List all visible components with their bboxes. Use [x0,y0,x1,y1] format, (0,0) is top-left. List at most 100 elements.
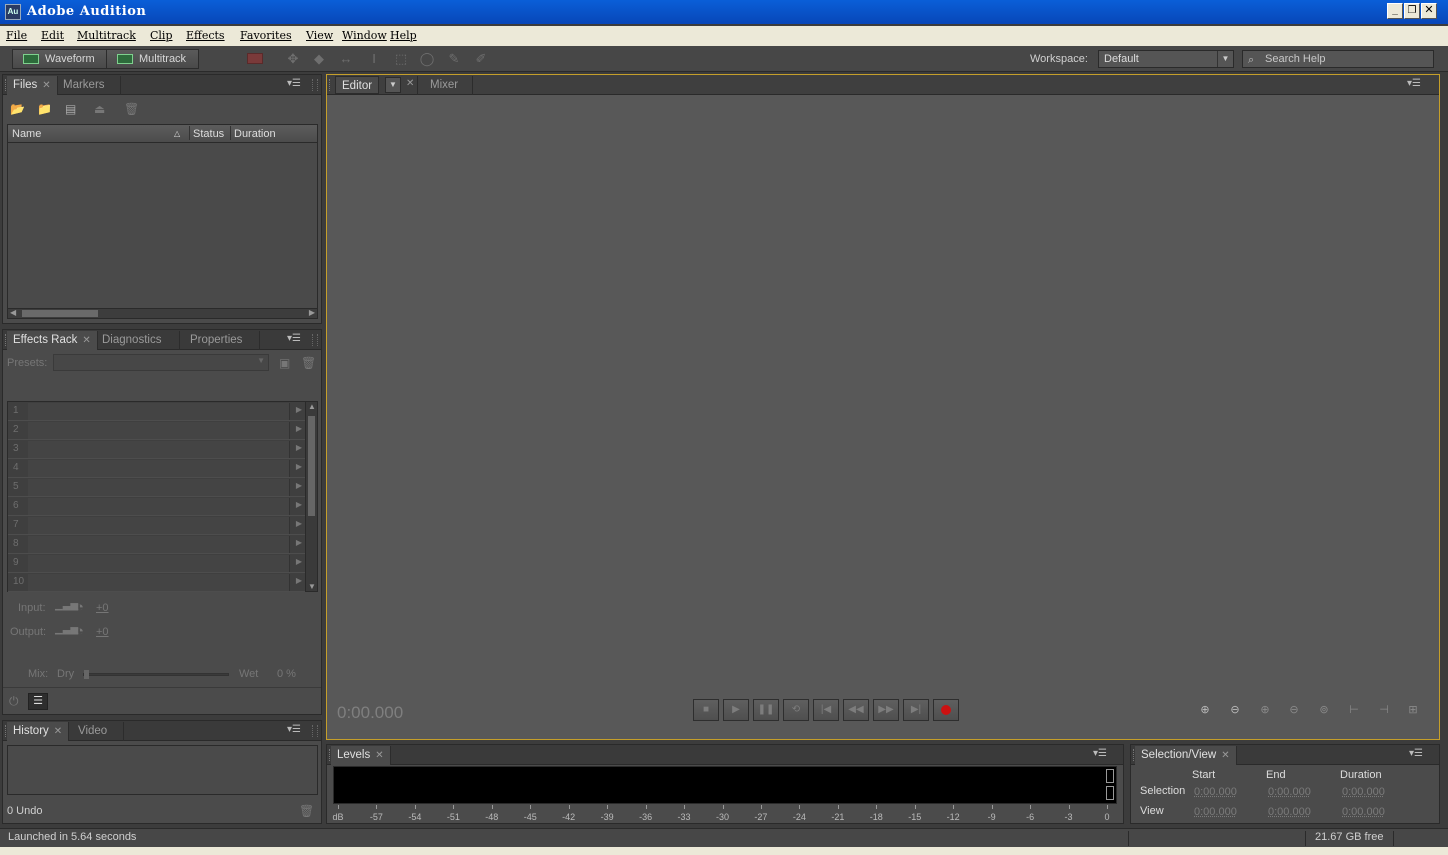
scroll-up-icon[interactable]: ▲ [308,402,316,411]
slot-arrow-icon[interactable]: ▶ [296,576,302,585]
rack-slot[interactable]: 1▶ [8,402,305,421]
menu-edit[interactable]: Edit [41,29,64,42]
zoom-in-at-end-icon[interactable]: ⊣ [1372,703,1396,719]
slot-arrow-icon[interactable]: ▶ [296,557,302,566]
zoom-out-amplitude-icon[interactable]: ⊖ [1223,703,1247,719]
tab-properties[interactable]: Properties [180,331,260,350]
slot-field[interactable] [28,441,290,458]
panel-menu-icon[interactable]: ▾☰ [287,334,303,346]
zoom-out-time-icon[interactable]: ⊖ [1282,703,1306,719]
scroll-right-icon[interactable]: ▶ [309,308,315,317]
column-status[interactable]: Status [193,128,224,140]
restore-button[interactable]: ❐ [1404,3,1420,19]
editor-panel[interactable]: Editor ▼ ✕ Mixer ▾☰ 0:00.000 ■ ▶ ❚❚ ⟲ |◀… [326,74,1440,740]
slot-arrow-icon[interactable]: ▶ [296,462,302,471]
tab-selection-view[interactable]: Selection/View✕ [1135,746,1237,765]
slot-field[interactable] [28,536,290,553]
marquee-tool-icon[interactable]: ⬚ [393,51,409,67]
lasso-tool-icon[interactable]: ◯ [419,51,435,67]
zoom-out-full-icon[interactable]: ⊚ [1312,703,1336,719]
rack-slot[interactable]: 2▶ [8,421,305,440]
tab-levels[interactable]: Levels✕ [331,746,391,765]
rack-slot[interactable]: 3▶ [8,440,305,459]
slot-arrow-icon[interactable]: ▶ [296,443,302,452]
panel-menu-icon[interactable]: ▾☰ [1093,749,1109,761]
slot-arrow-icon[interactable]: ▶ [296,519,302,528]
power-icon[interactable]: ⏻ [9,694,19,709]
waveform-button[interactable]: Waveform [12,49,107,69]
insert-into-multitrack-icon[interactable]: ⏏ [94,102,105,116]
output-knob-icon[interactable]: ◔ [76,623,84,638]
time-selection-tool-icon[interactable]: I [366,51,382,67]
rack-slot[interactable]: 9▶ [8,554,305,573]
panel-menu-icon[interactable]: ▾☰ [1409,749,1425,761]
rewind-button[interactable]: ◀◀ [843,699,869,721]
trash-icon[interactable]: 🗑 [299,804,314,818]
slot-arrow-icon[interactable]: ▶ [296,481,302,490]
presets-select[interactable]: ▼ [53,354,269,371]
mix-slider-handle[interactable] [84,670,89,679]
close-icon[interactable]: ✕ [42,80,50,91]
selection-end-field[interactable]: 0:00.000 [1268,786,1311,798]
slot-field[interactable] [28,460,290,477]
column-duration[interactable]: Duration [234,128,276,140]
clip-indicator-right[interactable] [1106,786,1114,800]
tab-video[interactable]: Video [68,722,124,741]
rack-slot[interactable]: 4▶ [8,459,305,478]
slip-tool-icon[interactable]: ↔ [338,51,354,67]
import-file-icon[interactable]: 📁 [37,102,52,116]
view-start-field[interactable]: 0:00.000 [1194,806,1237,818]
panel-grip[interactable] [329,79,332,91]
rack-slot[interactable]: 6▶ [8,497,305,516]
menu-favorites[interactable]: Favorites [240,29,292,42]
menu-clip[interactable]: Clip [150,29,173,42]
brush-tool-icon[interactable]: ✎ [446,51,462,67]
go-to-end-button[interactable]: ▶| [903,699,929,721]
slot-field[interactable] [28,574,290,591]
input-value[interactable]: +0 [96,602,109,614]
tab-history[interactable]: History✕ [7,722,69,741]
multitrack-button[interactable]: Multitrack [106,49,199,69]
spectral-display-icon[interactable] [247,53,263,64]
new-file-icon[interactable]: ▤ [65,102,76,116]
horizontal-scrollbar[interactable]: ◀ ▶ [8,308,317,318]
razor-tool-icon[interactable]: ◆ [311,51,327,67]
menu-effects[interactable]: Effects [186,29,225,42]
slot-field[interactable] [28,498,290,515]
zoom-in-time-icon[interactable]: ⊕ [1253,703,1277,719]
close-icon[interactable]: ✕ [406,78,414,89]
tab-effects-rack[interactable]: Effects Rack✕ [7,331,98,350]
slot-field[interactable] [28,479,290,496]
zoom-selection-icon[interactable]: ⊞ [1401,703,1425,719]
scroll-left-icon[interactable]: ◀ [10,308,16,317]
view-end-field[interactable]: 0:00.000 [1268,806,1311,818]
rack-slot[interactable]: 7▶ [8,516,305,535]
selection-start-field[interactable]: 0:00.000 [1194,786,1237,798]
spot-healing-tool-icon[interactable]: ✐ [473,51,489,67]
selection-duration-field[interactable]: 0:00.000 [1342,786,1385,798]
go-to-start-button[interactable]: |◀ [813,699,839,721]
close-icon[interactable]: ✕ [1221,750,1229,761]
close-icon[interactable]: ✕ [375,750,383,761]
workspace-select[interactable]: Default ▼ [1098,50,1234,68]
record-button[interactable] [933,699,959,721]
input-knob-icon[interactable]: ◔ [76,599,84,614]
close-icon[interactable]: ✕ [82,335,90,346]
zoom-in-at-start-icon[interactable]: ⊢ [1342,703,1366,719]
panel-menu-icon[interactable]: ▾☰ [287,79,303,91]
fast-forward-button[interactable]: ▶▶ [873,699,899,721]
loop-button[interactable]: ⟲ [783,699,809,721]
slot-field[interactable] [28,403,290,420]
move-tool-icon[interactable]: ✥ [285,51,301,67]
trash-icon[interactable]: 🗑 [124,102,139,116]
slot-field[interactable] [28,555,290,572]
mix-value[interactable]: 0 % [277,668,296,680]
zoom-in-amplitude-icon[interactable]: ⊕ [1193,703,1217,719]
tab-diagnostics[interactable]: Diagnostics [92,331,180,350]
view-duration-field[interactable]: 0:00.000 [1342,806,1385,818]
search-help-input[interactable]: ⌕ Search Help [1242,50,1434,68]
close-button[interactable]: ✕ [1421,3,1437,19]
play-button[interactable]: ▶ [723,699,749,721]
menu-help[interactable]: Help [390,29,417,42]
panel-menu-icon[interactable]: ▾☰ [287,725,303,737]
